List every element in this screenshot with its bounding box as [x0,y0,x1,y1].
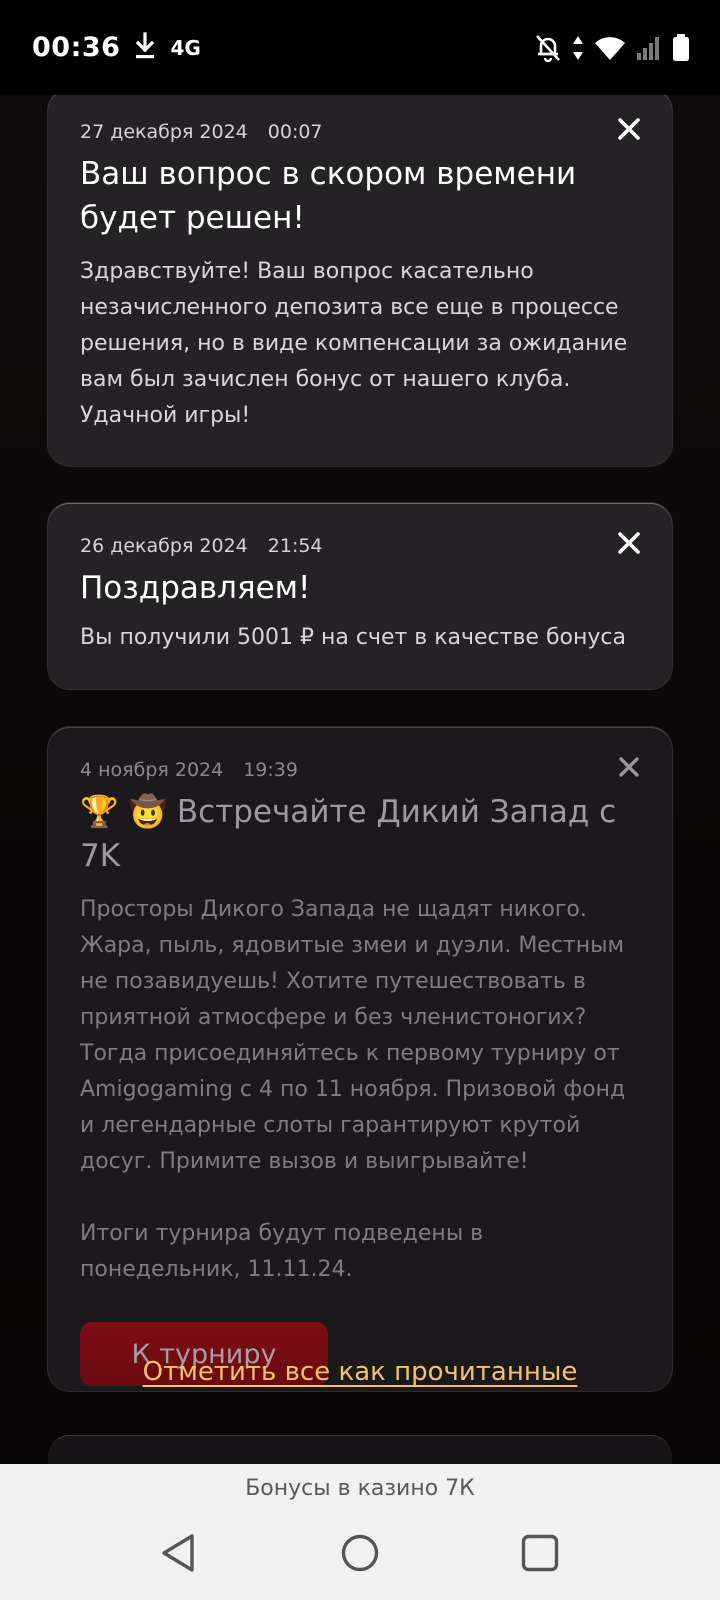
page-title: Бонусы в казино 7К [245,1476,475,1501]
notification-card: 26 декабря 2024 21:54 Поздравляем! Вы по… [48,503,672,689]
notification-meta: 4 ноября 2024 19:39 [80,756,638,784]
notification-title: Ваш вопрос в скором времени будет решен! [80,156,577,236]
mark-all-read-link[interactable]: Отметить все как прочитанные [0,1357,720,1387]
notification-meta: 27 декабря 2024 00:07 [80,118,638,146]
notification-card: 4 ноября 2024 19:39 🏆 🤠 Встречайте Дикий… [48,727,672,1391]
notification-date: 4 ноября 2024 [80,759,224,781]
next-notification-card [48,1435,672,1464]
notification-meta: 26 декабря 2024 21:54 [80,532,638,560]
notification-title: 🏆 🤠 Встречайте Дикий Запад с 7K [80,794,617,874]
battery-icon [672,33,690,62]
notification-date: 26 декабря 2024 [80,535,248,557]
notification-time: 21:54 [267,535,323,557]
data-arrows-icon [572,35,584,61]
notifications-feed[interactable]: 27 декабря 2024 00:07 Ваш вопрос в скоро… [0,95,720,1464]
close-icon[interactable] [616,754,642,780]
recent-apps-icon[interactable] [520,1532,560,1578]
status-left: 00:36 4G [32,31,201,64]
close-icon[interactable] [616,116,642,142]
wifi-icon [594,35,626,61]
status-bar: 00:36 4G [0,0,720,95]
status-right [534,33,690,63]
network-type: 4G [170,35,201,60]
notification-title: Поздравляем! [80,570,311,606]
notification-time: 19:39 [243,759,298,781]
notification-card: 27 декабря 2024 00:07 Ваш вопрос в скоро… [48,95,672,466]
bottom-bar: Бонусы в казино 7К [0,1464,720,1600]
notification-body: Здравствуйте! Ваш вопрос касательно неза… [80,259,628,428]
notification-body: Вы получили 5001 ₽ на счет в качестве бо… [80,625,626,650]
back-icon[interactable] [158,1532,198,1578]
download-icon [134,31,156,64]
home-icon[interactable] [340,1532,380,1578]
clock: 00:36 [32,32,121,63]
mute-bell-icon [534,33,562,63]
signal-icon [636,35,662,61]
system-navigation [0,1522,720,1586]
notification-time: 00:07 [267,121,323,143]
notification-body: Просторы Дикого Запада не щадят никого. … [80,897,626,1282]
close-icon[interactable] [616,530,642,556]
notification-date: 27 декабря 2024 [80,121,248,143]
